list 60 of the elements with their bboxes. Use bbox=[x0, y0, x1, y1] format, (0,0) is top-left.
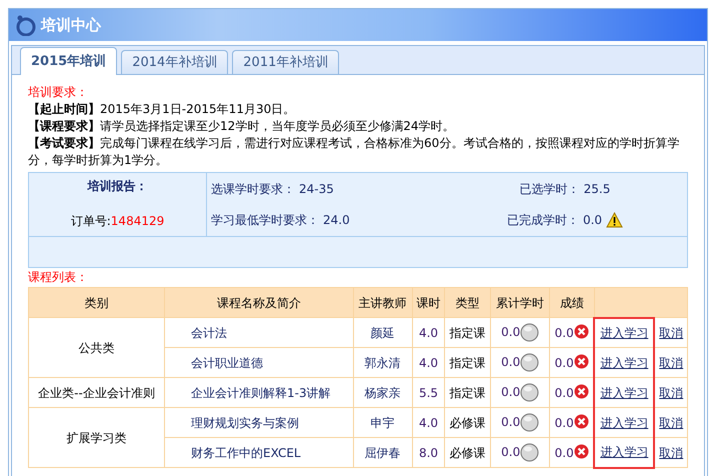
requirement-text: 【考试要求】完成每门课程在线学习后，需进行对应课程考试，合格标准为60分。考试合格的，按照课程对应的学时折算学分，每学时折算为1学分。 bbox=[28, 135, 680, 169]
table-cell: 0.0 bbox=[554, 416, 574, 430]
table-cell: 扩展学习类 bbox=[28, 408, 165, 468]
table-cell: 4.0 bbox=[412, 318, 445, 348]
table-cell: 公共类 bbox=[28, 318, 165, 378]
table-cell: 0.0 bbox=[501, 324, 520, 339]
column-header: 成绩 bbox=[550, 288, 594, 318]
table-cell: 必修课 bbox=[444, 438, 491, 468]
stat-label: 学习最低学时要求： bbox=[211, 212, 319, 230]
table-cell: 0.0 bbox=[501, 384, 520, 399]
table-cell: 4.0 bbox=[412, 348, 445, 378]
column-header: 主讲教师 bbox=[353, 288, 412, 318]
section-heading: 课程列表： bbox=[28, 269, 89, 286]
table-cell: 指定课 bbox=[444, 318, 491, 348]
table-cell: 颜延 bbox=[353, 318, 412, 348]
table-cell: 0.0 bbox=[501, 414, 520, 429]
stat-label: 选课学时要求： bbox=[211, 180, 295, 198]
order-number: 订单号:1484129 bbox=[70, 213, 164, 230]
table-cell: 郭永清 bbox=[353, 348, 412, 378]
table-cell: 申宇 bbox=[353, 408, 412, 438]
stat-label: 已完成学时： bbox=[506, 212, 579, 230]
stat-value: 25.5 bbox=[584, 180, 610, 198]
column-header: 类别 bbox=[28, 288, 165, 318]
table-cell: 指定课 bbox=[444, 378, 491, 408]
table-cell: 0.0 bbox=[554, 446, 574, 460]
tab[interactable]: 2014年补培训 bbox=[121, 50, 228, 74]
course-link[interactable]: 企业会计准则解释1-3讲解 bbox=[164, 378, 354, 408]
table-cell: 杨家亲 bbox=[353, 378, 412, 408]
report-title: 培训报告： bbox=[88, 178, 148, 195]
requirement-text: 【课程要求】请学员选择指定课至少12学时，当年度学员必须至少修满24学时。 bbox=[28, 118, 456, 135]
column-header: 课程名称及简介 bbox=[164, 288, 354, 318]
table-cell: 企业类--企业会计准则 bbox=[28, 378, 165, 408]
table-cell: 屈伊春 bbox=[353, 438, 412, 468]
table-cell: 指定课 bbox=[444, 348, 491, 378]
table-cell: 8.0 bbox=[412, 438, 445, 468]
table-cell: 5.5 bbox=[412, 378, 445, 408]
course-link[interactable]: 会计职业道德 bbox=[164, 348, 354, 378]
stat-value: 24-35 bbox=[299, 180, 334, 198]
column-header: 类型 bbox=[444, 288, 491, 318]
stat-value: 0.0 bbox=[582, 212, 602, 230]
tab[interactable]: 2011年补培训 bbox=[232, 50, 340, 74]
logo-icon bbox=[15, 14, 37, 36]
table-cell: 0.0 bbox=[501, 444, 520, 459]
table-cell: 必修课 bbox=[444, 408, 491, 438]
requirement-text: 【起止时间】2015年3月1日-2015年11月30日。 bbox=[28, 101, 296, 118]
course-link[interactable]: 理财规划实务与案例 bbox=[164, 408, 354, 438]
section-heading: 培训要求： bbox=[28, 84, 89, 101]
window-title: 培训中心 bbox=[41, 14, 101, 36]
table-cell: 0.0 bbox=[554, 386, 574, 400]
table-cell: 0.0 bbox=[554, 326, 574, 340]
table-cell: 0.0 bbox=[501, 354, 520, 369]
stat-value: 24.0 bbox=[323, 212, 350, 230]
table-cell: 0.0 bbox=[554, 356, 574, 370]
tab[interactable]: 2015年培训 bbox=[20, 47, 118, 75]
stat-label: 已选学时： bbox=[520, 180, 580, 198]
course-link[interactable]: 财务工作中的EXCEL bbox=[164, 438, 354, 468]
column-header: 累计学时 bbox=[490, 288, 550, 318]
table-cell: 4.0 bbox=[412, 408, 445, 438]
course-link[interactable]: 会计法 bbox=[164, 318, 354, 348]
column-header: 课时 bbox=[412, 288, 445, 318]
